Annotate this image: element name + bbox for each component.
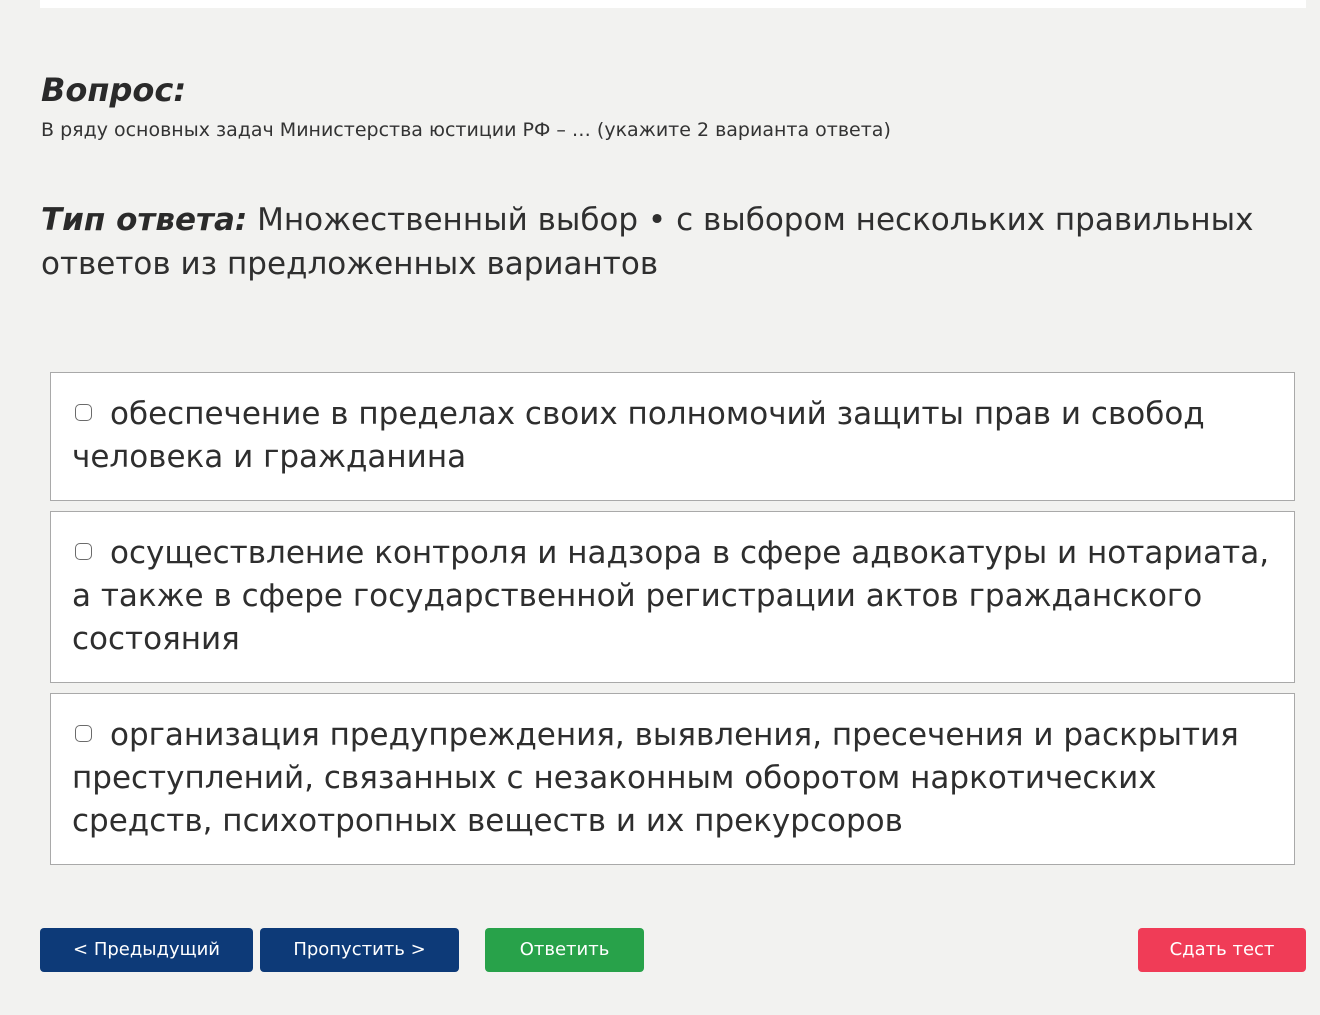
question-heading: Вопрос: [41, 71, 187, 109]
option-checkbox-1[interactable] [75, 404, 92, 421]
option-text-2: осуществление контроля и надзора в сфере… [72, 535, 1270, 657]
answer-type: Тип ответа: Множественный выбор • с выбо… [41, 198, 1281, 286]
answer-option-1[interactable]: обеспечение в пределах своих полномочий … [50, 372, 1295, 501]
answer-type-label: Тип ответа: [41, 202, 248, 238]
answer-button[interactable]: Ответить [485, 928, 644, 972]
option-text-3: организация предупреждения, выявления, п… [72, 717, 1239, 839]
option-text-1: обеспечение в пределах своих полномочий … [72, 396, 1205, 475]
option-checkbox-2[interactable] [75, 543, 92, 560]
top-card [40, 0, 1306, 8]
question-text: В ряду основных задач Министерства юстиц… [41, 119, 891, 141]
skip-button[interactable]: Пропустить > [260, 928, 459, 972]
answer-option-2[interactable]: осуществление контроля и надзора в сфере… [50, 511, 1295, 683]
answer-option-3[interactable]: организация предупреждения, выявления, п… [50, 693, 1295, 865]
previous-button[interactable]: < Предыдущий [40, 928, 253, 972]
option-checkbox-3[interactable] [75, 725, 92, 742]
submit-test-button[interactable]: Сдать тест [1138, 928, 1306, 972]
